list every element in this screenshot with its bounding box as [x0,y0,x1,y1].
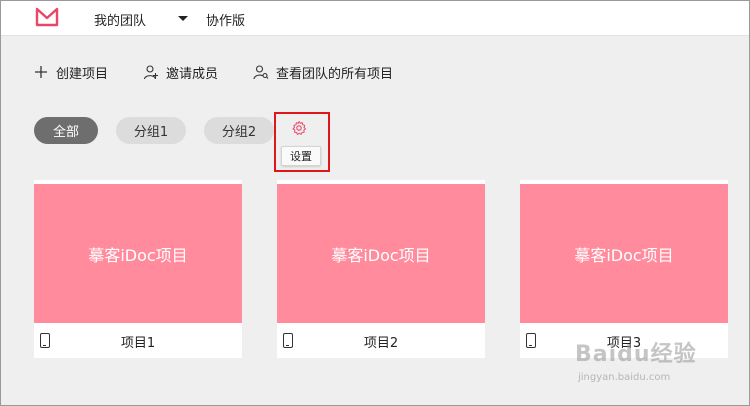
project-name[interactable]: 项目1 [34,332,242,351]
project-name[interactable]: 项目3 [520,332,728,351]
project-name[interactable]: 项目2 [277,332,485,351]
gear-icon[interactable] [291,120,307,136]
project-footer: 项目1 [34,323,242,358]
project-card[interactable]: 摹客iDoc项目 项目2 [277,180,485,358]
edition-label: 协作版 [206,14,246,29]
top-bar: 我的团队 协作版 [1,1,749,36]
project-footer: 项目3 [520,323,728,358]
view-all-projects-label: 查看团队的所有项目 [276,66,394,82]
project-card[interactable]: 摹客iDoc项目 项目1 [34,180,242,358]
team-search-icon [253,65,269,80]
invite-members-button[interactable]: 邀请成员 [143,62,218,82]
project-cover[interactable]: 摹客iDoc项目 [520,184,728,323]
project-cover[interactable]: 摹客iDoc项目 [34,184,242,323]
m-logo-icon[interactable] [34,6,60,28]
tab-group-2[interactable]: 分组2 [204,117,274,144]
add-user-icon [143,65,158,80]
create-project-button[interactable]: 创建项目 [33,62,108,82]
project-card[interactable]: 摹客iDoc项目 项目3 [520,180,728,358]
project-cover[interactable]: 摹客iDoc项目 [277,184,485,323]
create-project-label: 创建项目 [56,66,109,82]
watermark-url: jingyan.baidu.com [578,372,671,383]
tab-group-1[interactable]: 分组1 [116,117,186,144]
settings-tooltip: 设置 [281,146,321,166]
plus-icon [35,66,47,78]
invite-members-label: 邀请成员 [166,66,219,82]
chevron-down-icon[interactable] [178,16,188,21]
tab-all[interactable]: 全部 [34,117,98,144]
project-footer: 项目2 [277,323,485,358]
team-name[interactable]: 我的团队 [94,10,146,29]
view-all-projects-button[interactable]: 查看团队的所有项目 [253,62,393,82]
